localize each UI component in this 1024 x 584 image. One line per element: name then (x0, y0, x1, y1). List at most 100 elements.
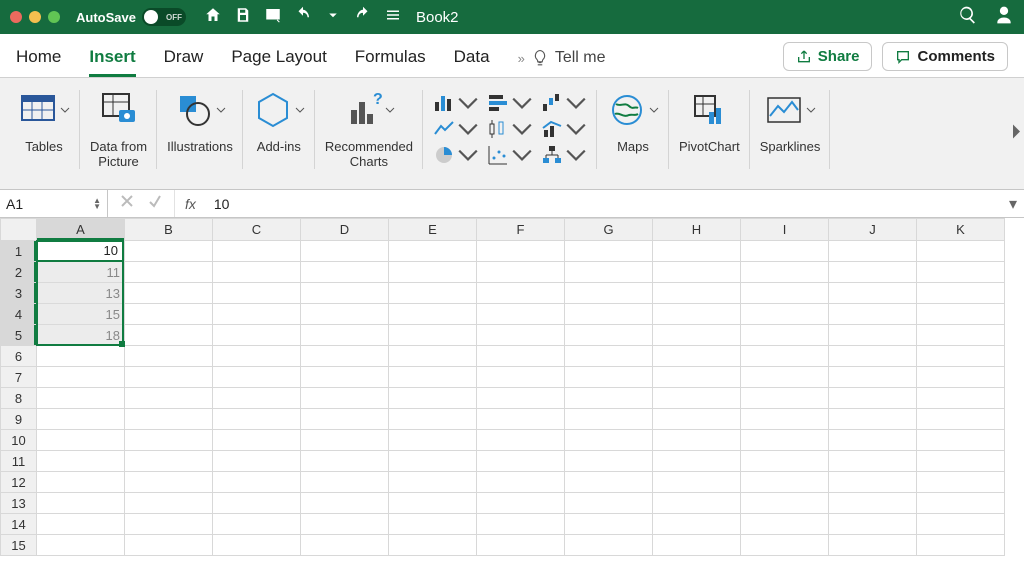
worksheet[interactable]: A B C D E F G H I J K 110211313415518678… (0, 218, 1024, 584)
row-header[interactable]: 3 (1, 283, 37, 304)
cell[interactable] (301, 493, 389, 514)
cell[interactable] (741, 325, 829, 346)
cell[interactable] (37, 472, 125, 493)
cell[interactable] (829, 409, 917, 430)
cell[interactable] (389, 325, 477, 346)
undo-icon[interactable] (294, 6, 312, 29)
row-header[interactable]: 14 (1, 514, 37, 535)
row-header[interactable]: 9 (1, 409, 37, 430)
row-header[interactable]: 12 (1, 472, 37, 493)
cell[interactable] (741, 451, 829, 472)
cell[interactable] (301, 325, 389, 346)
row-header[interactable]: 6 (1, 346, 37, 367)
cell[interactable] (917, 283, 1005, 304)
cell[interactable] (125, 514, 213, 535)
line-chart-button[interactable] (433, 118, 479, 140)
cell[interactable] (125, 388, 213, 409)
search-icon[interactable] (958, 5, 978, 30)
save-icon[interactable] (234, 6, 252, 29)
maps-button[interactable] (607, 86, 647, 134)
col-header-A[interactable]: A (37, 219, 125, 241)
cell[interactable] (477, 388, 565, 409)
cell[interactable] (565, 430, 653, 451)
cell[interactable] (741, 346, 829, 367)
cell[interactable] (213, 409, 301, 430)
cell[interactable]: 10 (37, 241, 125, 262)
cell[interactable] (917, 262, 1005, 283)
cell[interactable] (653, 241, 741, 262)
cell[interactable] (301, 304, 389, 325)
cell[interactable] (125, 346, 213, 367)
comments-button[interactable]: Comments (882, 42, 1008, 71)
cell[interactable] (213, 241, 301, 262)
cell[interactable] (653, 283, 741, 304)
cell[interactable] (829, 304, 917, 325)
cell[interactable] (301, 262, 389, 283)
cell[interactable] (917, 472, 1005, 493)
cell[interactable] (741, 430, 829, 451)
cell[interactable] (301, 283, 389, 304)
cell[interactable] (389, 409, 477, 430)
pivotchart-button[interactable] (689, 86, 729, 134)
cell[interactable] (829, 367, 917, 388)
cell[interactable] (829, 283, 917, 304)
cell[interactable] (389, 241, 477, 262)
cell[interactable] (917, 409, 1005, 430)
name-box-stepper-icon[interactable]: ▲▼ (93, 198, 101, 210)
ribbon-scroll-right-icon[interactable] (1010, 122, 1022, 145)
cell[interactable] (565, 367, 653, 388)
autosave-toggle[interactable]: AutoSave OFF (76, 8, 186, 26)
cell[interactable] (917, 493, 1005, 514)
cell[interactable] (653, 451, 741, 472)
col-header-G[interactable]: G (565, 219, 653, 241)
cell[interactable] (37, 493, 125, 514)
cell[interactable] (477, 472, 565, 493)
cell[interactable] (37, 388, 125, 409)
tab-home[interactable]: Home (16, 47, 61, 77)
col-header-D[interactable]: D (301, 219, 389, 241)
pie-chart-button[interactable] (433, 144, 479, 166)
select-all-corner[interactable] (1, 219, 37, 241)
cell[interactable] (917, 430, 1005, 451)
cell[interactable] (301, 451, 389, 472)
cell[interactable] (301, 367, 389, 388)
cell[interactable] (389, 346, 477, 367)
cell[interactable] (829, 241, 917, 262)
cell[interactable] (653, 262, 741, 283)
customize-qat-icon[interactable] (384, 6, 402, 29)
cell[interactable] (565, 325, 653, 346)
cell[interactable] (741, 472, 829, 493)
row-header[interactable]: 15 (1, 535, 37, 556)
cell[interactable] (389, 304, 477, 325)
cell[interactable] (125, 535, 213, 556)
cell[interactable] (389, 283, 477, 304)
cell[interactable] (477, 409, 565, 430)
cell[interactable] (125, 262, 213, 283)
cell[interactable] (829, 451, 917, 472)
cell[interactable] (653, 472, 741, 493)
cell[interactable] (125, 430, 213, 451)
cell[interactable] (213, 388, 301, 409)
chevron-down-icon[interactable] (806, 105, 816, 115)
cell[interactable] (565, 514, 653, 535)
cell[interactable] (213, 367, 301, 388)
cell[interactable] (477, 241, 565, 262)
cell[interactable] (917, 346, 1005, 367)
tab-data[interactable]: Data (454, 47, 490, 77)
scatter-chart-button[interactable] (487, 144, 533, 166)
hierarchy-chart-button[interactable] (541, 144, 587, 166)
cell[interactable] (917, 304, 1005, 325)
col-header-I[interactable]: I (741, 219, 829, 241)
col-header-B[interactable]: B (125, 219, 213, 241)
cell[interactable] (125, 241, 213, 262)
cell[interactable] (829, 535, 917, 556)
cell[interactable] (741, 304, 829, 325)
cell[interactable] (125, 283, 213, 304)
cell[interactable] (389, 388, 477, 409)
cell[interactable]: 13 (37, 283, 125, 304)
cell[interactable] (389, 472, 477, 493)
edit-picture-icon[interactable] (264, 6, 282, 29)
formula-input[interactable]: 10 (206, 190, 1002, 217)
cell[interactable] (389, 262, 477, 283)
cell[interactable] (213, 304, 301, 325)
